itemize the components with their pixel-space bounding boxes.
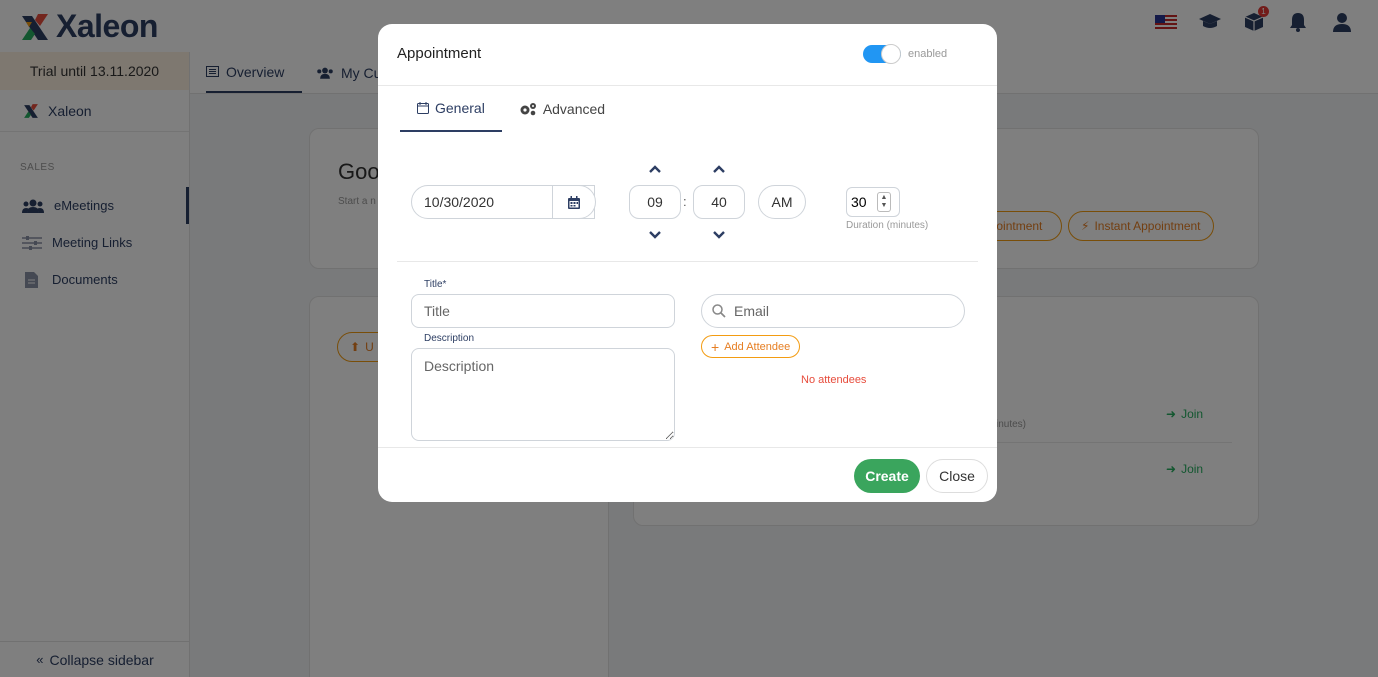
description-textarea[interactable] — [411, 348, 675, 441]
hour-input[interactable] — [629, 185, 681, 219]
no-attendees-text: No attendees — [801, 374, 867, 386]
plus-icon: + — [711, 338, 720, 355]
duration-spinner-icon[interactable]: ▲ ▼ — [877, 192, 891, 212]
duration-stepper: ▲▼ — [846, 187, 900, 217]
minute-up-chevron-icon[interactable] — [709, 162, 729, 176]
close-button[interactable]: Close — [926, 459, 988, 493]
calendar-icon — [417, 102, 429, 114]
calendar-button[interactable] — [552, 185, 596, 219]
hour-down-chevron-icon[interactable] — [645, 228, 665, 242]
add-attendee-button[interactable]: + Add Attendee — [701, 335, 801, 358]
search-icon — [712, 304, 726, 318]
add-attendee-label: Add Attendee — [724, 340, 791, 353]
modal-tabs: General Advanced — [400, 86, 622, 132]
create-button[interactable]: Create — [854, 459, 920, 493]
tab-label: Advanced — [542, 101, 606, 117]
am-pm-toggle-button[interactable]: AM — [758, 185, 806, 219]
duration-label: Duration (minutes) — [846, 220, 929, 231]
appointment-modal: Appointment enabled General Advanced : A… — [378, 24, 997, 502]
description-label: Description — [424, 333, 475, 344]
gears-icon — [520, 103, 536, 116]
hour-up-chevron-icon[interactable] — [645, 162, 665, 176]
tab-label: General — [435, 100, 485, 116]
duration-input[interactable] — [847, 194, 877, 210]
section-divider — [397, 261, 978, 262]
time-colon: : — [683, 194, 687, 209]
toggle-label: enabled — [908, 48, 948, 60]
email-search-field — [701, 294, 965, 328]
modal-header: Appointment enabled — [378, 24, 997, 86]
enabled-toggle[interactable] — [863, 44, 901, 64]
tab-general[interactable]: General — [400, 86, 502, 132]
minute-down-chevron-icon[interactable] — [709, 228, 729, 242]
modal-title: Appointment — [397, 45, 482, 62]
email-input[interactable] — [734, 303, 944, 319]
title-input[interactable] — [411, 294, 675, 328]
toggle-knob — [881, 44, 901, 64]
modal-footer: Create Close — [378, 447, 997, 502]
title-label: Title* — [424, 279, 447, 290]
minute-input[interactable] — [693, 185, 745, 219]
tab-advanced[interactable]: Advanced — [502, 86, 622, 132]
calendar-icon — [568, 195, 580, 209]
